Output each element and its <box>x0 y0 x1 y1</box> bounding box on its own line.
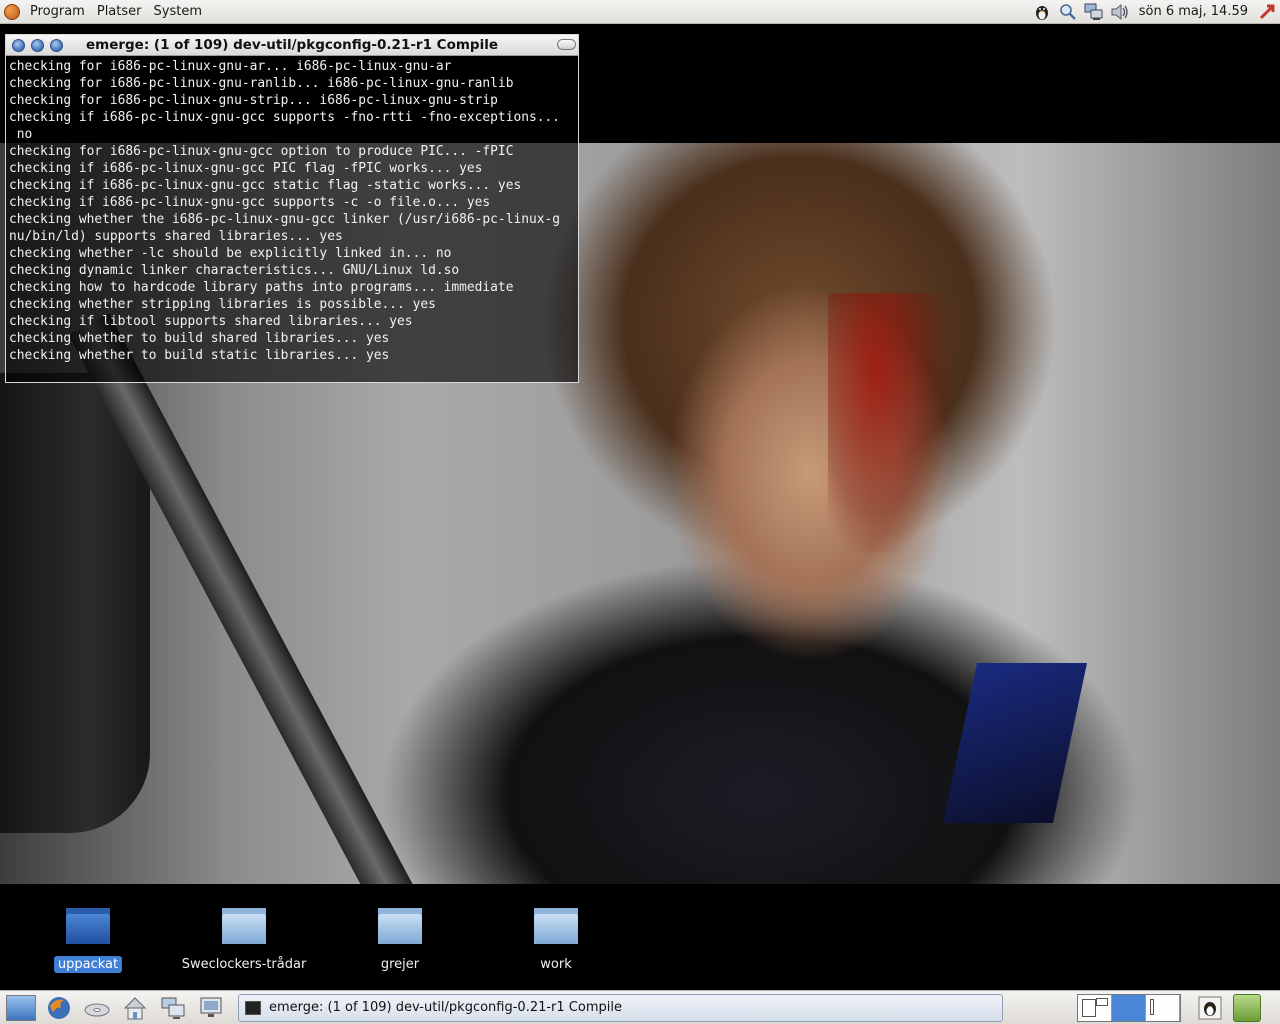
terminal-title: emerge: (1 of 109) dev-util/pkgconfig-0.… <box>85 37 499 53</box>
taskbar-button-terminal[interactable]: emerge: (1 of 109) dev-util/pkgconfig-0.… <box>238 993 1003 1022</box>
terminal-line: checking if i686-pc-linux-gnu-gcc static… <box>9 178 522 193</box>
bottom-panel: emerge: (1 of 109) dev-util/pkgconfig-0.… <box>0 990 1280 1024</box>
system-tray: sön 6 maj, 14.59 <box>1029 0 1280 24</box>
terminal-line: checking dynamic linker characteristics.… <box>9 263 460 278</box>
terminal-icon <box>245 1000 261 1015</box>
menu-system[interactable]: System <box>148 0 208 24</box>
terminal-titlebar[interactable]: emerge: (1 of 109) dev-util/pkgconfig-0.… <box>6 35 578 56</box>
desktop-icon-label: uppackat <box>53 956 123 973</box>
desktop-icon-grejer[interactable]: grejer <box>330 908 470 973</box>
wallpaper-collar <box>942 663 1088 823</box>
taskbar-button-label: emerge: (1 of 109) dev-util/pkgconfig-0.… <box>269 1000 622 1015</box>
menu-program[interactable]: Program <box>24 0 91 24</box>
folder-icon <box>222 908 266 944</box>
ubuntu-logo-icon[interactable] <box>0 0 24 24</box>
disc-icon[interactable] <box>80 993 114 1023</box>
terminal-line: checking whether stripping libraries is … <box>9 297 436 312</box>
terminal-line: nu/bin/ld) supports shared libraries... … <box>9 229 343 244</box>
volume-icon[interactable] <box>1109 2 1131 22</box>
terminal-line: checking whether -lc should be explicitl… <box>9 246 452 261</box>
top-panel: Program Platser System sön 6 maj, 14.59 <box>0 0 1280 24</box>
penguin-icon[interactable] <box>1031 2 1053 22</box>
desktop-icon-label: grejer <box>380 957 420 972</box>
terminal-line: checking if i686-pc-linux-gnu-gcc suppor… <box>9 195 491 210</box>
terminal-line: checking whether the i686-pc-linux-gnu-g… <box>9 212 561 227</box>
trash-icon[interactable] <box>1233 993 1261 1022</box>
terminal-line: checking for i686-pc-linux-gnu-ar... i68… <box>9 59 452 74</box>
desktop-icon-uppackat[interactable]: uppackat <box>18 908 158 973</box>
terminal-line: checking whether to build shared librari… <box>9 331 390 346</box>
terminal-line: no <box>9 127 33 142</box>
wallpaper-blood <box>828 293 948 553</box>
desktop-icon-work[interactable]: work <box>486 908 626 973</box>
terminal-window[interactable]: emerge: (1 of 109) dev-util/pkgconfig-0.… <box>5 34 579 383</box>
computer-icon[interactable] <box>156 993 190 1023</box>
penguin-icon[interactable] <box>1193 993 1227 1023</box>
search-icon[interactable] <box>1057 2 1079 22</box>
terminal-line: checking for i686-pc-linux-gnu-strip... … <box>9 93 498 108</box>
terminal-output[interactable]: checking for i686-pc-linux-gnu-ar... i68… <box>6 56 578 382</box>
workspace-3[interactable] <box>1146 994 1180 1021</box>
desktop-icon-label: work <box>540 957 572 972</box>
workspace-2[interactable] <box>1112 994 1146 1021</box>
firefox-icon[interactable] <box>42 993 76 1023</box>
terminal-line: checking if i686-pc-linux-gnu-gcc suppor… <box>9 110 561 125</box>
workspace-1[interactable] <box>1078 994 1112 1021</box>
terminal-line: checking if libtool supports shared libr… <box>9 314 413 329</box>
folder-icon <box>534 908 578 944</box>
desktop-icon-label: Sweclockers-trådar <box>181 957 307 972</box>
logout-icon[interactable] <box>1256 2 1278 22</box>
terminal-line: checking whether to build static librari… <box>9 348 390 363</box>
menu-platser[interactable]: Platser <box>91 0 148 24</box>
show-desktop-icon[interactable] <box>4 993 38 1023</box>
terminal-line: checking if i686-pc-linux-gnu-gcc PIC fl… <box>9 161 483 176</box>
terminal-line: checking how to hardcode library paths i… <box>9 280 514 295</box>
monitor-icon[interactable] <box>194 993 228 1023</box>
workspace-switcher[interactable] <box>1077 993 1181 1022</box>
folder-icon <box>378 908 422 944</box>
desktop-icon-sweclockers-tradar[interactable]: Sweclockers-trådar <box>174 908 314 973</box>
terminal-line: checking for i686-pc-linux-gnu-gcc optio… <box>9 144 514 159</box>
folder-icon <box>66 908 110 944</box>
network-icon[interactable] <box>1083 2 1105 22</box>
shade-button[interactable] <box>557 39 576 50</box>
terminal-line: checking for i686-pc-linux-gnu-ranlib...… <box>9 76 514 91</box>
clock[interactable]: sön 6 maj, 14.59 <box>1133 4 1254 19</box>
home-icon[interactable] <box>118 993 152 1023</box>
